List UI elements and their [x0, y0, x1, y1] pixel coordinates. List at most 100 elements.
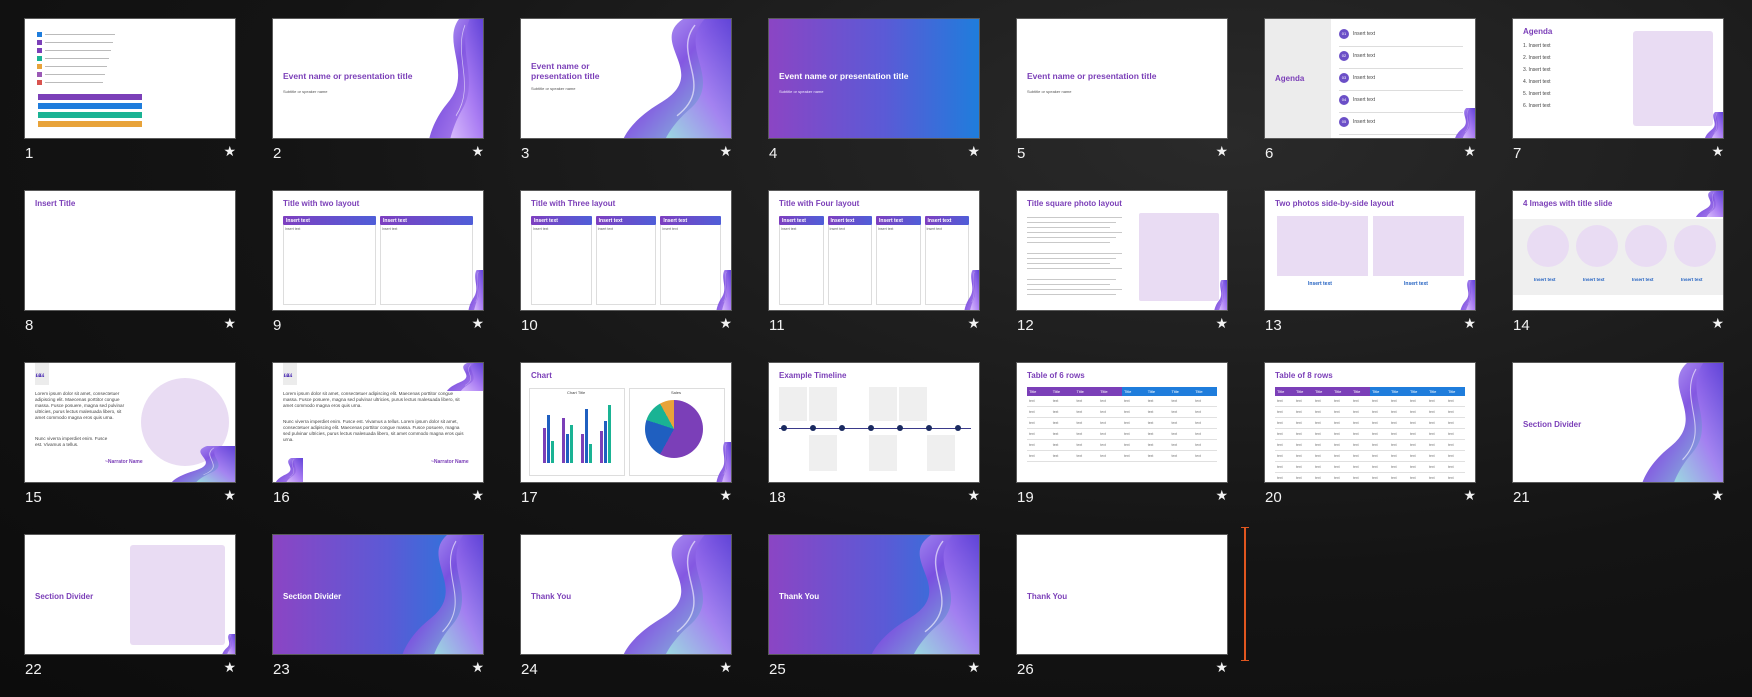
table-cell: text [1351, 417, 1370, 429]
star-icon[interactable]: ★ [223, 488, 236, 504]
star-icon[interactable]: ★ [471, 660, 484, 676]
decorative-ribbon-graphic [623, 535, 731, 654]
slide-title: 4 Images with title slide [1523, 199, 1613, 208]
table-cell: text [1145, 406, 1170, 418]
star-icon[interactable]: ★ [1711, 316, 1724, 332]
table-cell: text [1098, 428, 1122, 440]
slide-thumbnail-11[interactable]: Title with Four layout Insert text Insert … [768, 190, 980, 311]
column-body-text: Insert text [781, 227, 797, 231]
slide-thumbnail-26[interactable]: Thank You [1016, 534, 1228, 655]
star-icon[interactable]: ★ [1215, 660, 1228, 676]
slide-thumbnail-4[interactable]: Event name or presentation title Subtitle… [768, 18, 980, 139]
star-icon[interactable]: ★ [719, 488, 732, 504]
star-icon[interactable]: ★ [471, 316, 484, 332]
bar-mark [38, 121, 142, 127]
slide-thumbnail-22[interactable]: Section Divider [24, 534, 236, 655]
slide-thumbnail-23[interactable]: Section Divider [272, 534, 484, 655]
table-header-row: Title Title Title Title Title Title Title Title… [1275, 387, 1465, 396]
table-cell: text [1193, 417, 1217, 429]
slide-thumbnail-5[interactable]: Event name or presentation title Subtitle… [1016, 18, 1228, 139]
star-icon[interactable]: ★ [719, 660, 732, 676]
star-icon[interactable]: ★ [223, 660, 236, 676]
star-icon[interactable]: ★ [1463, 488, 1476, 504]
star-icon[interactable]: ★ [1215, 316, 1228, 332]
slide-thumbnail-9[interactable]: Title with two layout Insert text Insert t… [272, 190, 484, 311]
star-icon[interactable]: ★ [1215, 488, 1228, 504]
slide-thumbnail-15[interactable]: ““ Lorem ipsum dolor sit amet, consectetu… [24, 362, 236, 483]
slide-number: 26 [1017, 661, 1034, 678]
slide-thumbnail-3[interactable]: Event name or presentation title Subtitle… [520, 18, 732, 139]
star-icon[interactable]: ★ [967, 316, 980, 332]
slide-thumbnail-25[interactable]: Thank You [768, 534, 980, 655]
slide-cell: Agenda 1. Insert text 2. Insert text 3. Ins… [1512, 18, 1724, 168]
table-cell: text [1145, 428, 1170, 440]
slide-thumbnail-24[interactable]: Thank You [520, 534, 732, 655]
slide-thumbnail-16[interactable]: ““ Lorem ipsum dolor sit amet, consectetu… [272, 362, 484, 483]
slide-thumbnail-13[interactable]: Two photos side-by-side layout Insert tex… [1264, 190, 1476, 311]
column-box [595, 225, 657, 305]
slide-number: 4 [769, 145, 778, 162]
slide-thumbnail-12[interactable]: Title square photo layout [1016, 190, 1228, 311]
star-icon[interactable]: ★ [471, 488, 484, 504]
slide-thumbnail-2[interactable]: Event name or presentation title Subtitle… [272, 18, 484, 139]
table-cell: text [1446, 417, 1465, 429]
slide-number: 22 [25, 661, 42, 678]
slide-title: Thank You [1027, 592, 1068, 601]
star-icon[interactable]: ★ [967, 660, 980, 676]
table-row: text text text text text text text text text text [1275, 472, 1465, 482]
table-cell: text [1193, 439, 1217, 451]
divider [1339, 46, 1463, 47]
table-cell: text [1050, 406, 1075, 418]
table-cell: text [1389, 406, 1408, 418]
slide-thumbnail-21[interactable]: Section Divider [1512, 362, 1724, 483]
slide-thumbnail-1[interactable] [24, 18, 236, 139]
bar-mark [543, 427, 546, 463]
column-box [876, 225, 921, 305]
legend-swatch [37, 80, 42, 85]
slide-title: Section Divider [1523, 420, 1582, 429]
table-cell: text [1145, 396, 1170, 407]
agenda-item-text: 2. Insert text [1523, 55, 1551, 61]
slide-thumbnail-19[interactable]: Table of 6 rows Title Title Title Title Title… [1016, 362, 1228, 483]
slide-thumbnail-18[interactable]: Example Timeline [768, 362, 980, 483]
slide-thumbnail-20[interactable]: Table of 8 rows Title Title Title Title Title… [1264, 362, 1476, 483]
legend-line [45, 42, 113, 43]
table-cell: text [1351, 439, 1370, 451]
slide-thumbnail-7[interactable]: Agenda 1. Insert text 2. Insert text 3. Ins… [1512, 18, 1724, 139]
slide-cell: ““ Lorem ipsum dolor sit amet, consectetu… [24, 362, 236, 512]
column-body-text: Insert text [533, 227, 549, 231]
slide-number: 7 [1513, 145, 1522, 162]
star-icon[interactable]: ★ [1463, 316, 1476, 332]
star-icon[interactable]: ★ [719, 316, 732, 332]
slide-number: 6 [1265, 145, 1274, 162]
table-cell: text [1389, 439, 1408, 451]
table-cell: text [1027, 439, 1051, 451]
slide-thumbnail-14[interactable]: 4 Images with title slide Insert text Inse… [1512, 190, 1724, 311]
slide-cell: Thank You 24 ★ [520, 534, 732, 684]
text-line [1027, 258, 1116, 259]
table-cell: text [1313, 396, 1332, 407]
star-icon[interactable]: ★ [471, 144, 484, 160]
star-icon[interactable]: ★ [719, 144, 732, 160]
table-cell: text [1313, 406, 1332, 418]
photo-caption: Insert text [1583, 277, 1605, 282]
slide-number: 19 [1017, 489, 1034, 506]
star-icon[interactable]: ★ [967, 144, 980, 160]
table-cell: text [1275, 472, 1294, 482]
slide-title: Table of 8 rows [1275, 371, 1333, 380]
column-header: Insert text [283, 216, 376, 225]
slide-thumbnail-8[interactable]: Insert Title [24, 190, 236, 311]
star-icon[interactable]: ★ [223, 144, 236, 160]
slide-thumbnail-6[interactable]: Agenda 01 Insert text 02 Insert text 03 Insert… [1264, 18, 1476, 139]
slide-thumbnail-10[interactable]: Title with Three layout Insert text Insert… [520, 190, 732, 311]
star-icon[interactable]: ★ [1215, 144, 1228, 160]
legend-line [45, 34, 115, 35]
slide-thumbnail-17[interactable]: Chart Chart Title Sales [520, 362, 732, 483]
star-icon[interactable]: ★ [223, 316, 236, 332]
star-icon[interactable]: ★ [1463, 144, 1476, 160]
star-icon[interactable]: ★ [1711, 144, 1724, 160]
star-icon[interactable]: ★ [967, 488, 980, 504]
table-header-cell: Title [1313, 387, 1332, 396]
star-icon[interactable]: ★ [1711, 488, 1724, 504]
table-cell: text [1332, 439, 1351, 451]
